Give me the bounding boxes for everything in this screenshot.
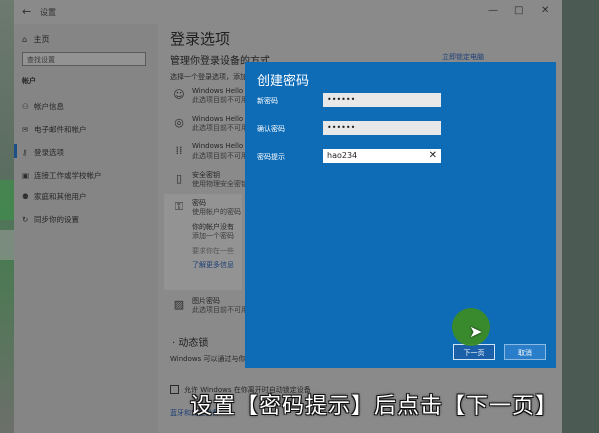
sidebar-home[interactable]: ⌂ 主页 bbox=[22, 34, 50, 45]
search-input[interactable]: 查找设置 bbox=[22, 52, 146, 66]
password-hint-value: hao234 bbox=[327, 151, 358, 160]
sidebar: ⌂ 主页 查找设置 帐户 ⚇ 帐户信息 ✉ 电子邮件和帐户 ⚷ 登录选项 ▣ 连接工作或… bbox=[14, 24, 158, 433]
window-title: 设置 bbox=[40, 8, 56, 17]
home-icon: ⌂ bbox=[22, 35, 28, 44]
password-hint-label: 密码提示 bbox=[257, 153, 285, 161]
dynamic-lock-title: · 动态锁 bbox=[172, 338, 209, 349]
back-arrow-icon[interactable]: ← bbox=[22, 5, 31, 18]
sidebar-item-email[interactable]: ✉ 电子邮件和帐户 bbox=[22, 124, 87, 135]
sync-icon: ↻ bbox=[22, 215, 29, 224]
key-icon: ⚷ bbox=[22, 148, 28, 157]
usb-key-icon: ▯ bbox=[175, 172, 183, 185]
tutorial-caption: 设置【密码提示】后点击【下一页】 bbox=[190, 394, 559, 419]
person-icon: ⚇ bbox=[22, 102, 29, 111]
confirm-password-label: 确认密码 bbox=[257, 125, 285, 133]
active-indicator bbox=[14, 144, 17, 158]
sidebar-item-sign-in-options[interactable]: ⚷ 登录选项 bbox=[22, 147, 64, 158]
briefcase-icon: ▣ bbox=[22, 171, 30, 180]
sidebar-item-family[interactable]: ⚉ 家庭和其他用户 bbox=[22, 191, 87, 202]
sidebar-item-sync[interactable]: ↻ 同步你的设置 bbox=[22, 214, 79, 225]
sidebar-item-work-school[interactable]: ▣ 连接工作或学校帐户 bbox=[22, 170, 102, 181]
auto-lock-checkbox[interactable] bbox=[170, 385, 179, 394]
page-description: 选择一个登录选项，添加、 bbox=[170, 73, 254, 81]
new-password-label: 新密码 bbox=[257, 97, 278, 105]
clear-icon[interactable]: ✕ bbox=[429, 149, 437, 163]
pin-icon: ⁞⁞ bbox=[175, 144, 183, 157]
confirm-password-input[interactable]: •••••• bbox=[323, 121, 441, 135]
next-button[interactable]: 下一页 bbox=[453, 344, 495, 360]
fingerprint-icon: ◎ bbox=[174, 116, 184, 129]
mouse-cursor-icon: ➤ bbox=[469, 322, 483, 341]
sidebar-item-account-info[interactable]: ⚇ 帐户信息 bbox=[22, 101, 64, 112]
lock-pc-link[interactable]: 立即锁定电脑 bbox=[442, 52, 484, 62]
cancel-button[interactable]: 取消 bbox=[504, 344, 546, 360]
key-icon: ⚿ bbox=[174, 200, 184, 213]
minimize-button[interactable]: — bbox=[488, 5, 498, 16]
mail-icon: ✉ bbox=[22, 125, 29, 134]
desktop-background bbox=[0, 0, 14, 433]
page-title: 登录选项 bbox=[170, 30, 231, 48]
title-bar: ← 设置 — □ ✕ bbox=[14, 0, 562, 24]
face-icon: ☺ bbox=[173, 88, 185, 101]
close-button[interactable]: ✕ bbox=[541, 5, 549, 16]
people-icon: ⚉ bbox=[22, 192, 29, 201]
maximize-button[interactable]: □ bbox=[514, 5, 523, 16]
new-password-input[interactable]: •••••• bbox=[323, 93, 441, 107]
sidebar-home-label: 主页 bbox=[33, 35, 50, 44]
create-password-dialog: 创建密码 新密码 •••••• 确认密码 •••••• 密码提示 hao234 … bbox=[245, 62, 556, 368]
picture-icon: ▨ bbox=[173, 298, 185, 311]
dialog-title: 创建密码 bbox=[257, 74, 310, 89]
sidebar-section-title: 帐户 bbox=[22, 77, 36, 85]
desktop-right-strip bbox=[562, 0, 599, 433]
password-hint-input[interactable]: hao234 ✕ bbox=[323, 149, 441, 163]
